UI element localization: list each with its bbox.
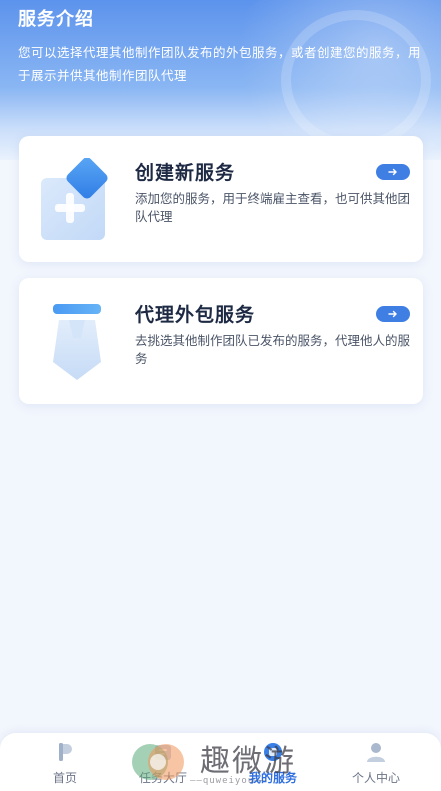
- tab-task-hall[interactable]: 任务大厅: [118, 733, 208, 791]
- tab-home-label: 首页: [52, 771, 77, 785]
- tab-profile[interactable]: 个人中心: [331, 733, 421, 791]
- proxy-service-icon: [53, 304, 101, 380]
- proxy-service-arrow-button[interactable]: [376, 306, 410, 322]
- profile-icon: [367, 743, 385, 762]
- tab-profile-label: 个人中心: [351, 771, 400, 785]
- tab-my-service[interactable]: 我的服务: [228, 733, 318, 791]
- task-hall-icon: [155, 745, 171, 760]
- create-service-card[interactable]: 创建新服务 添加您的服务，用于终端雇主查看，也可供其他团队代理: [19, 136, 423, 262]
- tab-my-service-label: 我的服务: [248, 771, 297, 785]
- bottom-tab-bar: 首页 任务大厅 我的服务 个人中心: [0, 733, 441, 791]
- create-service-title: 创建新服务: [135, 163, 236, 184]
- proxy-service-card[interactable]: 代理外包服务 去挑选其他制作团队已发布的服务，代理他人的服务: [19, 278, 423, 404]
- my-service-icon: [264, 743, 282, 761]
- home-icon: [59, 743, 72, 761]
- arrow-right-icon: [388, 168, 397, 176]
- create-service-description: 添加您的服务，用于终端雇主查看，也可供其他团队代理: [135, 192, 411, 224]
- create-service-arrow-button[interactable]: [376, 164, 410, 180]
- tab-task-hall-label: 任务大厅: [138, 771, 187, 785]
- page-description: 您可以选择代理其他制作团队发布的外包服务，或者创建您的服务，用于展示并供其他制作…: [18, 46, 422, 83]
- create-service-icon: [41, 158, 108, 240]
- proxy-service-title: 代理外包服务: [135, 305, 256, 326]
- page-title: 服务介绍: [18, 9, 94, 29]
- proxy-service-description: 去挑选其他制作团队已发布的服务，代理他人的服务: [135, 334, 411, 366]
- tab-home[interactable]: 首页: [20, 733, 110, 791]
- arrow-right-icon: [388, 310, 397, 318]
